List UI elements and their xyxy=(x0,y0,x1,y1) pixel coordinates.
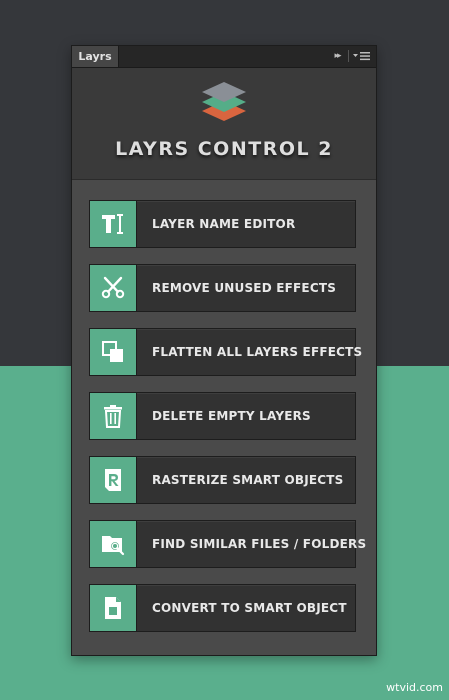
trash-icon xyxy=(104,405,122,428)
tab-layrs[interactable]: Layrs xyxy=(72,46,119,67)
flatten-layers-icon xyxy=(102,341,123,362)
layers-stack-logo-icon xyxy=(202,82,246,121)
panel-header: LAYRS CONTROL 2 xyxy=(72,68,376,180)
layer-name-editor-icon-box xyxy=(90,201,137,247)
flatten-layers-icon-box xyxy=(90,329,137,375)
rasterize-smart-objects-label: RASTERIZE SMART OBJECTS xyxy=(152,473,344,487)
scissors-icon xyxy=(101,276,125,299)
convert-to-smart-object-button[interactable]: CONVERT TO SMART OBJECT xyxy=(89,584,356,632)
panel-menu-icon[interactable] xyxy=(352,48,372,64)
remove-unused-effects-button[interactable]: REMOVE UNUSED EFFECTS xyxy=(89,264,356,312)
actions-list: LAYER NAME EDITOR REMOVE UNUSED EFFECTS xyxy=(72,180,376,655)
convert-to-smart-object-icon-box xyxy=(90,585,137,631)
rasterize-smart-objects-button[interactable]: RASTERIZE SMART OBJECTS xyxy=(89,456,356,504)
find-similar-files-folders-button[interactable]: FIND SIMILAR FILES / FOLDERS xyxy=(89,520,366,568)
delete-empty-layers-icon-box xyxy=(90,393,137,439)
rasterize-icon xyxy=(105,469,121,491)
watermark-text: wtvid.com xyxy=(386,681,443,694)
find-similar-files-icon-box xyxy=(90,521,137,567)
remove-unused-effects-label: REMOVE UNUSED EFFECTS xyxy=(152,281,337,295)
tab-divider xyxy=(348,50,349,62)
flatten-all-layers-effects-label: FLATTEN ALL LAYERS EFFECTS xyxy=(152,345,363,359)
convert-to-smart-object-label: CONVERT TO SMART OBJECT xyxy=(152,601,347,615)
delete-empty-layers-button[interactable]: DELETE EMPTY LAYERS xyxy=(89,392,356,440)
find-similar-files-folders-label: FIND SIMILAR FILES / FOLDERS xyxy=(152,537,367,551)
collapse-panel-icon[interactable]: ▸▸ xyxy=(328,48,346,64)
folder-search-icon xyxy=(102,536,125,556)
flatten-all-layers-effects-button[interactable]: FLATTEN ALL LAYERS EFFECTS xyxy=(89,328,362,376)
layer-name-editor-label: LAYER NAME EDITOR xyxy=(152,217,296,231)
remove-unused-effects-icon-box xyxy=(90,265,137,311)
delete-empty-layers-label: DELETE EMPTY LAYERS xyxy=(152,409,311,423)
rasterize-smart-objects-icon-box xyxy=(90,457,137,503)
panel-tab-bar: Layrs ▸▸ xyxy=(72,46,376,68)
smart-object-file-icon xyxy=(105,597,121,619)
layer-name-editor-button[interactable]: LAYER NAME EDITOR xyxy=(89,200,356,248)
app-title: LAYRS CONTROL 2 xyxy=(115,138,333,160)
text-cursor-icon xyxy=(102,214,123,234)
layrs-panel: Layrs ▸▸ LAYRS CONTROL 2 LAYER NAME EDIT… xyxy=(71,45,377,656)
